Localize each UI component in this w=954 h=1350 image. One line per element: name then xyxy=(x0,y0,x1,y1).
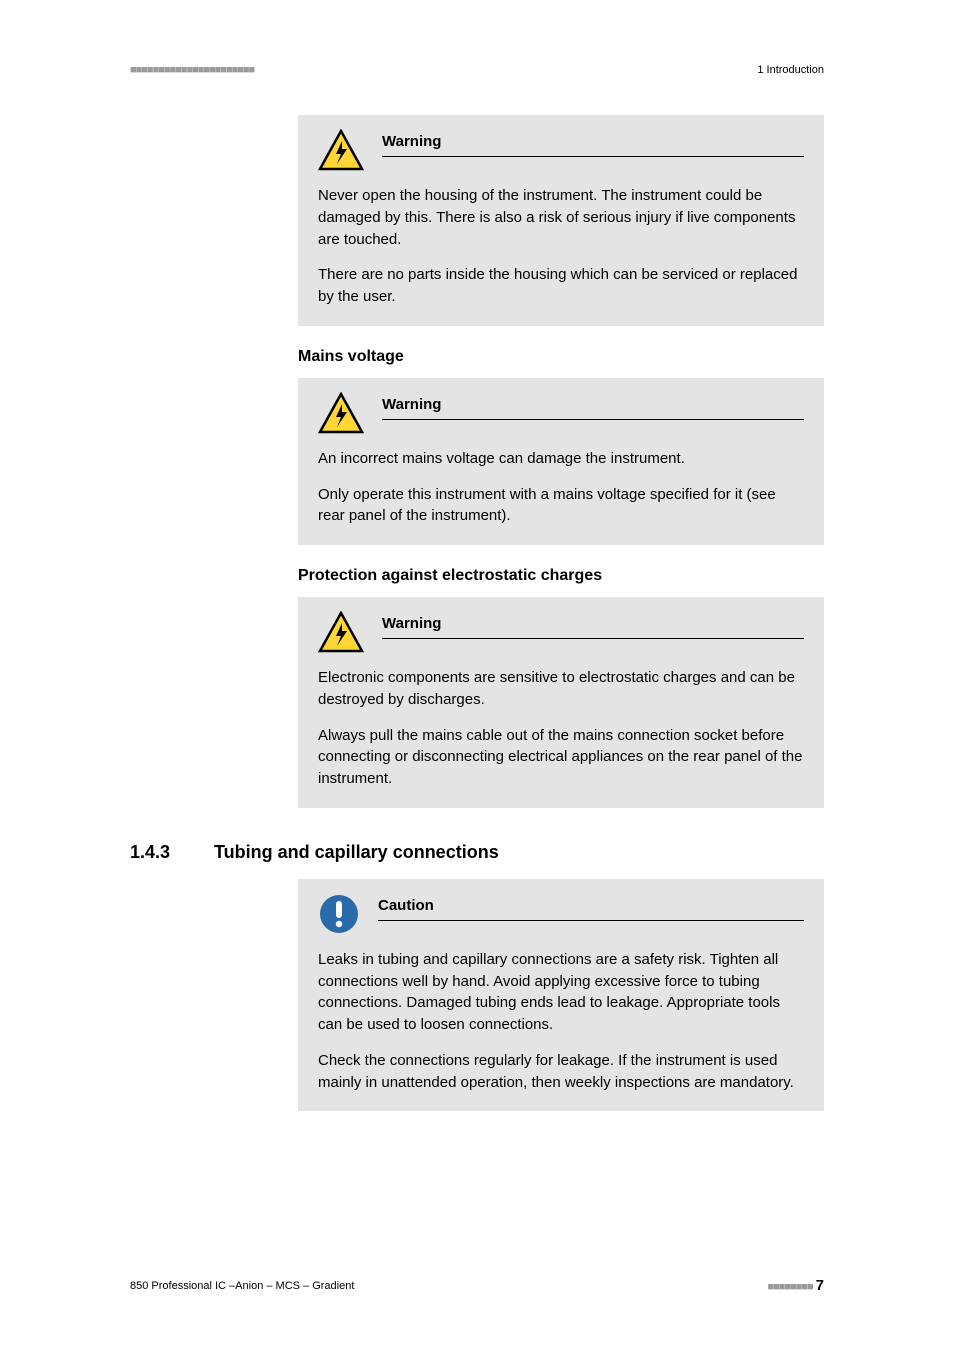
warning-text: Only operate this instrument with a main… xyxy=(318,484,804,528)
page-header: ■■■■■■■■■■■■■■■■■■■■■■ 1 Introduction xyxy=(130,64,824,76)
warning-callout-mains: Warning An incorrect mains voltage can d… xyxy=(298,378,824,545)
header-ornament: ■■■■■■■■■■■■■■■■■■■■■■ xyxy=(130,64,254,76)
warning-text: Electronic components are sensitive to e… xyxy=(318,667,804,711)
warning-electrical-icon xyxy=(318,392,364,434)
warning-title: Warning xyxy=(382,394,804,420)
subheading-esd: Protection against electrostatic charges xyxy=(298,567,824,585)
footer-page-number: 7 xyxy=(816,1277,824,1294)
warning-electrical-icon xyxy=(318,611,364,653)
warning-text: An incorrect mains voltage can damage th… xyxy=(318,448,804,470)
caution-title: Caution xyxy=(378,895,804,921)
subheading-mains-voltage: Mains voltage xyxy=(298,348,824,366)
warning-callout-housing: Warning Never open the housing of the in… xyxy=(298,115,824,326)
footer-ornament: ■■■■■■■■ xyxy=(767,1281,812,1293)
caution-callout-tubing: Caution Leaks in tubing and capillary co… xyxy=(298,879,824,1112)
caution-info-icon xyxy=(318,893,360,935)
warning-callout-esd: Warning Electronic components are sensit… xyxy=(298,597,824,808)
warning-title: Warning xyxy=(382,613,804,639)
warning-text: Never open the housing of the instrument… xyxy=(318,185,804,250)
header-chapter: 1 Introduction xyxy=(757,64,824,76)
page-footer: 850 Professional IC –Anion – MCS – Gradi… xyxy=(130,1277,824,1294)
section-heading-row: 1.4.3 Tubing and capillary connections xyxy=(130,842,824,863)
section-title: Tubing and capillary connections xyxy=(214,842,499,863)
warning-title: Warning xyxy=(382,131,804,157)
caution-text: Check the connections regularly for leak… xyxy=(318,1050,804,1094)
section-number: 1.4.3 xyxy=(130,842,190,863)
warning-text: There are no parts inside the housing wh… xyxy=(318,264,804,308)
caution-text: Leaks in tubing and capillary connection… xyxy=(318,949,804,1036)
footer-product: 850 Professional IC –Anion – MCS – Gradi… xyxy=(130,1280,354,1292)
page-content: Warning Never open the housing of the in… xyxy=(130,115,824,1133)
warning-text: Always pull the mains cable out of the m… xyxy=(318,725,804,790)
warning-electrical-icon xyxy=(318,129,364,171)
